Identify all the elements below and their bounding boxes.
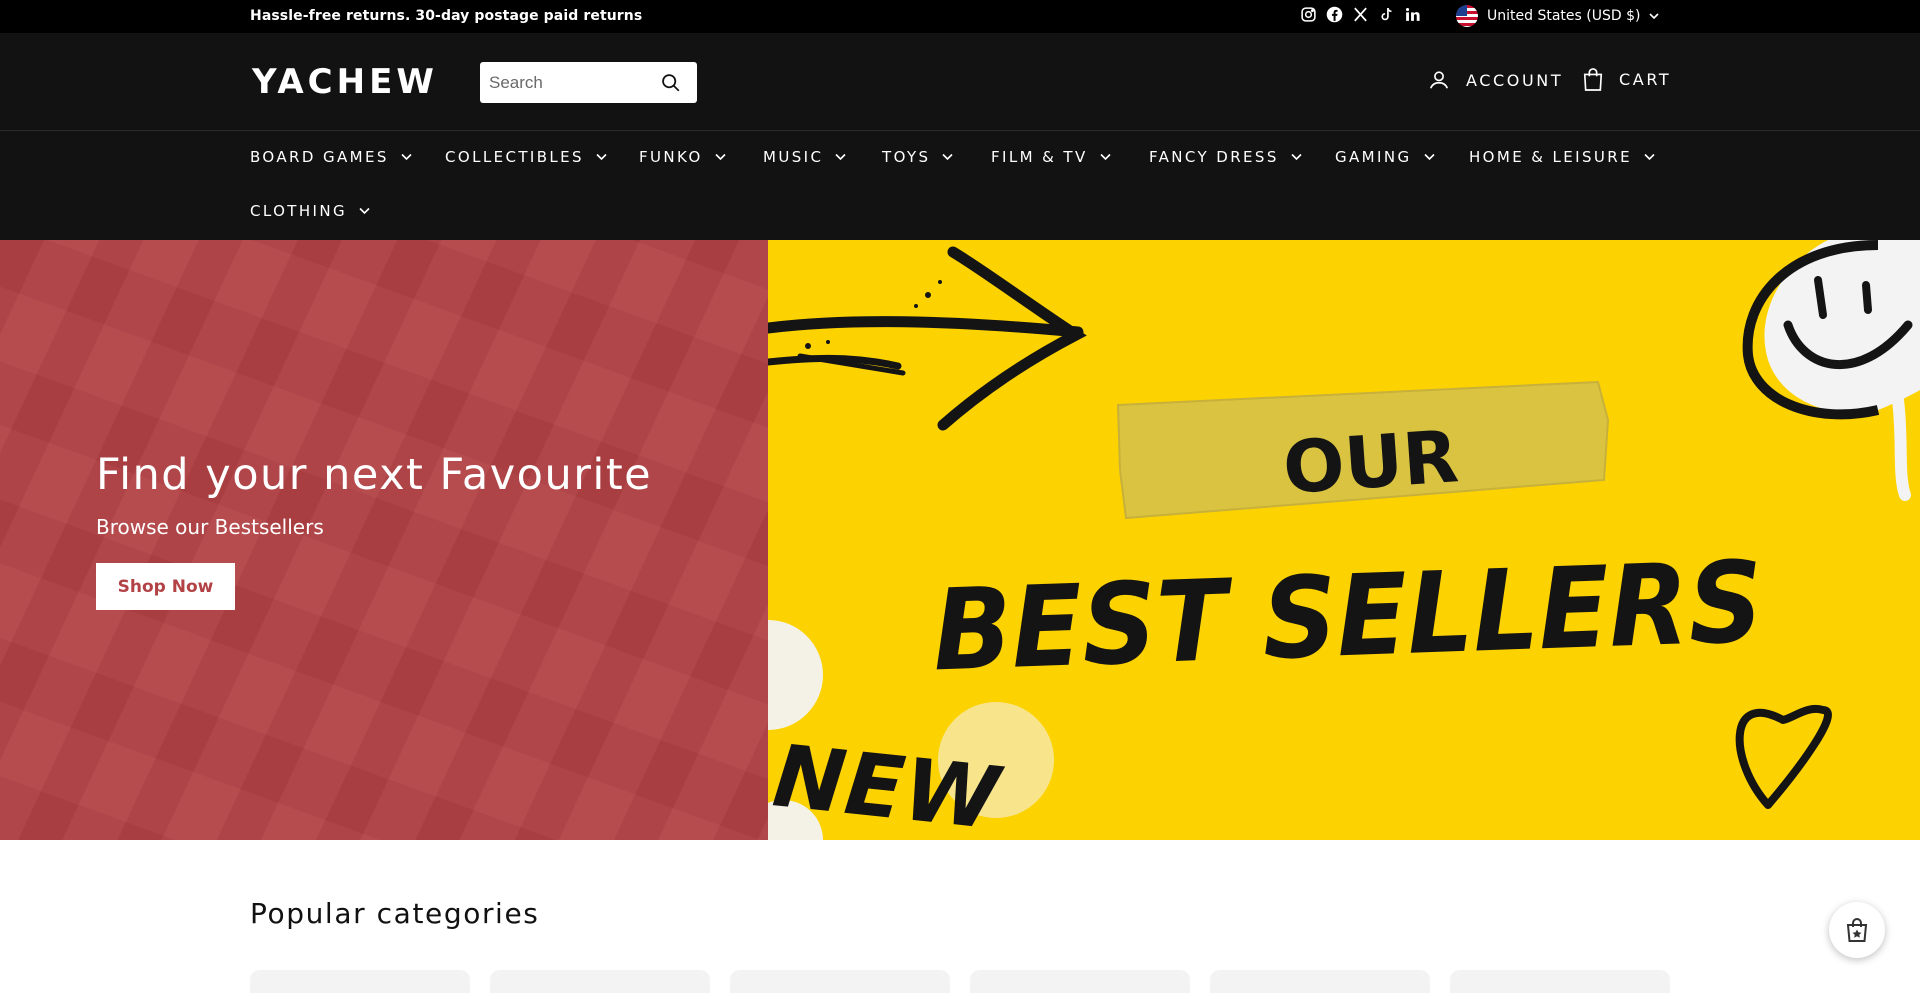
search-box (480, 62, 697, 103)
user-icon (1429, 71, 1449, 89)
nav-item-label: CLOTHING (250, 202, 348, 220)
announcement-text: Hassle-free returns. 30-day postage paid… (250, 8, 643, 24)
nav-item-music[interactable]: MUSIC (763, 148, 846, 166)
bestsellers-banner-image[interactable]: OUR BEST SELLERS NEW (768, 240, 1920, 840)
cart-label: CART (1619, 69, 1672, 89)
site-header: YACHEW ACCOUNT CART (0, 33, 1920, 131)
chevron-down-icon (715, 153, 726, 161)
tiktok-icon[interactable] (1378, 6, 1395, 23)
hero-text-panel: Find your next Favourite Browse our Best… (0, 240, 768, 840)
hero-subtitle: Browse our Bestsellers (96, 515, 324, 539)
linkedin-icon[interactable] (1404, 6, 1421, 23)
chevron-down-icon (1100, 153, 1111, 161)
search-icon[interactable] (660, 72, 681, 93)
category-card[interactable] (730, 970, 950, 993)
cart-link[interactable]: CART (1582, 67, 1671, 91)
chevron-down-icon (942, 153, 954, 161)
nav-item-home-leisure[interactable]: HOME & LEISURE (1469, 148, 1655, 166)
nav-item-collectibles[interactable]: COLLECTIBLES (445, 148, 607, 166)
site-logo[interactable]: YACHEW (252, 65, 438, 99)
chevron-down-icon (359, 207, 370, 215)
category-card[interactable] (490, 970, 710, 993)
hero-title: Find your next Favourite (96, 450, 653, 500)
shop-now-button[interactable]: Shop Now (96, 563, 235, 610)
chevron-down-icon (401, 153, 412, 161)
nav-item-film-tv[interactable]: FILM & TV (991, 148, 1111, 166)
shopping-bag-icon (1583, 68, 1603, 91)
banner-best-sellers-text: BEST SELLERS (931, 538, 1765, 697)
nav-item-gaming[interactable]: GAMING (1335, 148, 1435, 166)
nav-item-label: COLLECTIBLES (445, 148, 584, 166)
nav-item-label: MUSIC (763, 148, 824, 166)
popular-categories-title: Popular categories (250, 897, 540, 930)
nav-item-toys[interactable]: TOYS (882, 148, 954, 166)
nav-item-funko[interactable]: FUNKO (639, 148, 726, 166)
paint-splatter (805, 280, 942, 349)
x-icon[interactable] (1352, 6, 1369, 23)
chevron-down-icon (1291, 153, 1302, 161)
nav-item-label: FUNKO (639, 148, 703, 166)
chevron-down-icon (835, 153, 846, 161)
chevron-down-icon (1644, 153, 1655, 161)
main-nav: BOARD GAMES COLLECTIBLES FUNKO MUSIC TOY… (0, 131, 1920, 240)
nav-item-label: TOYS (882, 148, 931, 166)
nav-item-label: HOME & LEISURE (1469, 148, 1632, 166)
facebook-icon[interactable] (1326, 6, 1343, 23)
region-selector[interactable]: United States (USD $) (1456, 5, 1660, 27)
shopping-bag-star-icon (1846, 918, 1868, 942)
us-flag-icon (1456, 5, 1478, 27)
category-card[interactable] (1210, 970, 1430, 993)
search-input[interactable] (480, 63, 650, 102)
account-link[interactable]: ACCOUNT (1428, 69, 1563, 91)
nav-item-board-games[interactable]: BOARD GAMES (250, 148, 412, 166)
nav-item-label: FILM & TV (991, 148, 1088, 166)
nav-item-label: FANCY DRESS (1149, 148, 1279, 166)
chevron-down-icon (596, 153, 607, 161)
category-card[interactable] (1450, 970, 1670, 993)
smiley-doodle (1742, 240, 1920, 501)
nav-item-clothing[interactable]: CLOTHING (250, 202, 370, 220)
nav-item-fancy-dress[interactable]: FANCY DRESS (1149, 148, 1302, 166)
region-label: United States (USD $) (1487, 8, 1641, 24)
heart-doodle (1735, 704, 1832, 809)
category-card[interactable] (970, 970, 1190, 993)
nav-item-label: GAMING (1335, 148, 1412, 166)
chevron-down-icon (1649, 13, 1660, 20)
account-label: ACCOUNT (1466, 70, 1564, 90)
rewards-button[interactable] (1829, 902, 1885, 958)
arrow-doodle (768, 246, 1087, 431)
category-card[interactable] (250, 970, 470, 993)
instagram-icon[interactable] (1300, 6, 1317, 23)
nav-item-label: BOARD GAMES (250, 148, 389, 166)
social-links (1300, 6, 1421, 23)
banner-our-text: OUR (1280, 414, 1461, 510)
chevron-down-icon (1423, 153, 1435, 161)
announcement-bar: Hassle-free returns. 30-day postage paid… (0, 0, 1920, 33)
